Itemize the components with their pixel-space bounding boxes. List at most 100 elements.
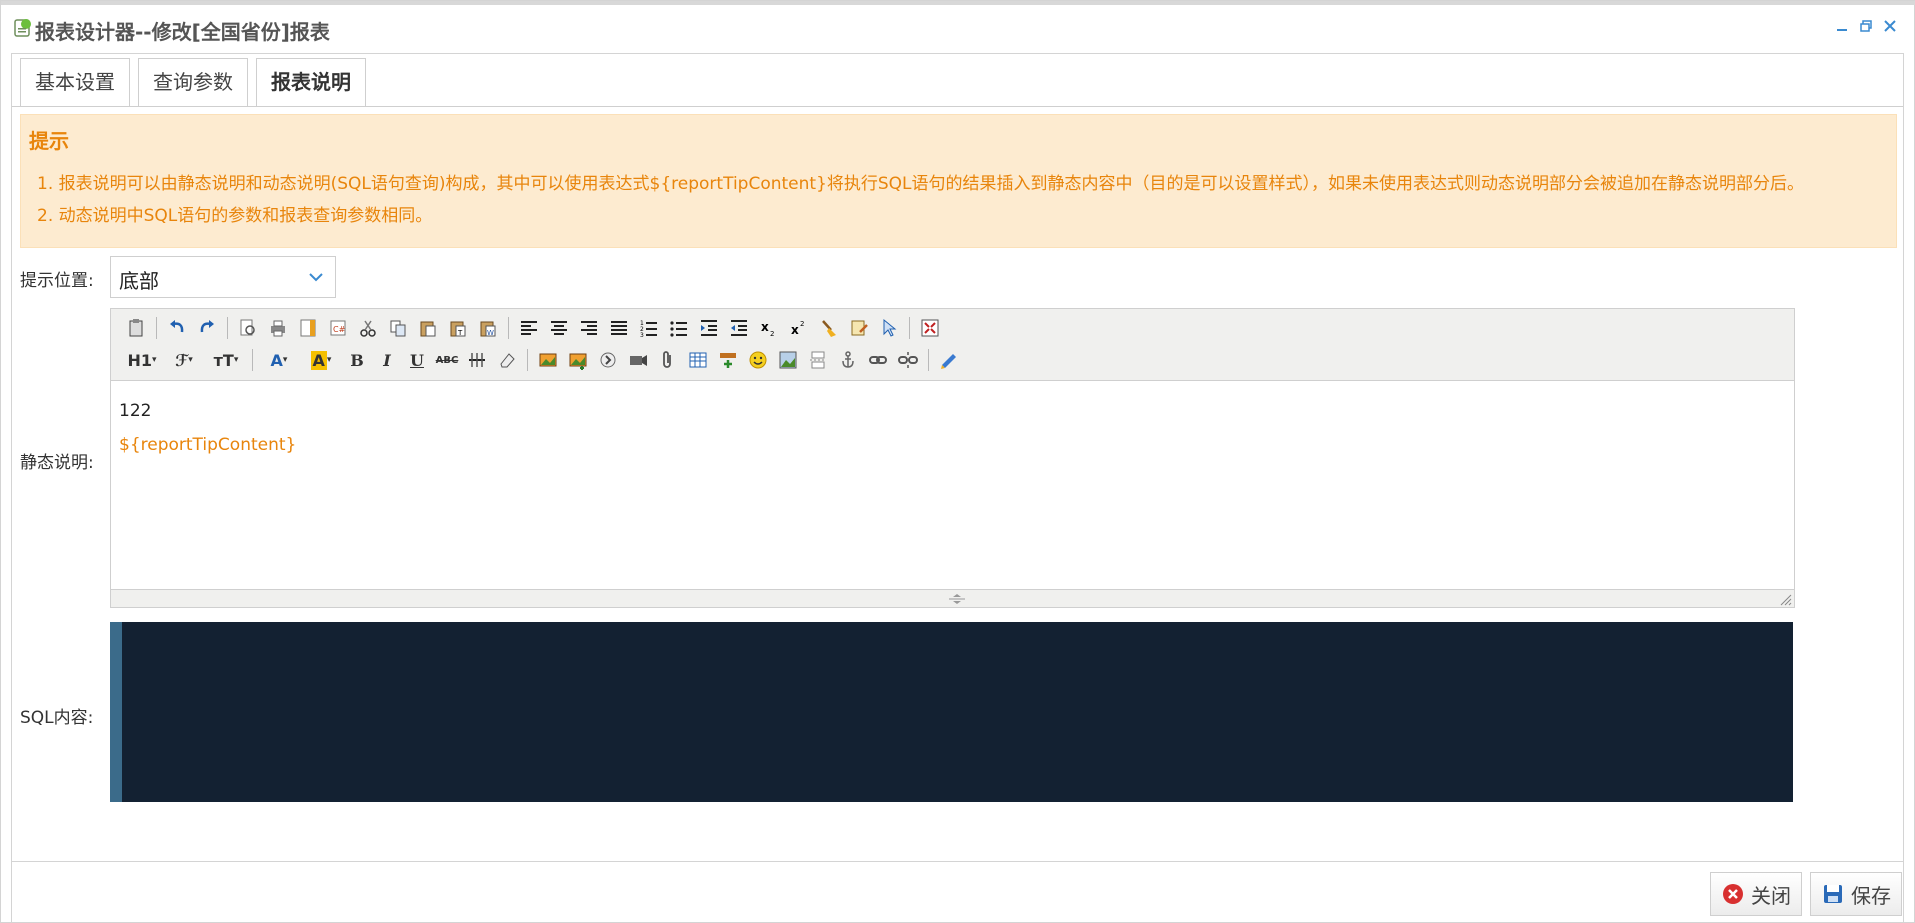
toolbar-row-2: H1 ▾ ℱ ▾ тT ▾ A ▾ A ▾ B I U ABC (121, 345, 964, 375)
close-button[interactable]: 关闭 (1710, 872, 1802, 916)
editor-content-area[interactable]: 122 ${reportTipContent} (111, 381, 1794, 589)
fullscreen-icon[interactable] (915, 314, 945, 342)
source-icon[interactable] (121, 314, 151, 342)
svg-text:x: x (761, 320, 769, 334)
tab-query-params[interactable]: 查询参数 (138, 58, 248, 106)
save-disk-icon (1824, 885, 1842, 903)
insert-row-icon[interactable] (713, 346, 743, 374)
font-color-dropdown[interactable]: A ▾ (258, 346, 300, 374)
tab-basic-settings[interactable]: 基本设置 (20, 58, 130, 106)
editor-toolbar: C# T W 123 x2 x2 H1 ▾ ℱ ▾ тT ▾ A ▾ A ▾ B… (111, 309, 1794, 381)
tip-line-2: 2. 动态说明中SQL语句的参数和报表查询参数相同。 (37, 206, 433, 226)
underline-label: U (410, 350, 424, 370)
align-left-icon[interactable] (514, 314, 544, 342)
window-title: 报表设计器--修改[全国省份]报表 (35, 20, 330, 44)
resize-handle-icon[interactable] (945, 593, 969, 605)
insert-video-icon[interactable] (623, 346, 653, 374)
svg-text:T: T (457, 329, 463, 337)
paste-icon[interactable] (413, 314, 443, 342)
tab-report-description[interactable]: 报表说明 (256, 58, 366, 107)
italic-label: I (383, 350, 391, 370)
sql-content-label: SQL内容: (20, 708, 94, 728)
dialog-body: 基本设置 查询参数 报表说明 提示 1. 报表说明可以由静态说明和动态说明(SQ… (11, 53, 1904, 922)
save-button-label: 保存 (1851, 883, 1891, 908)
unlink-icon[interactable] (893, 346, 923, 374)
save-button[interactable]: 保存 (1810, 872, 1902, 916)
select-all-icon[interactable] (874, 314, 904, 342)
table-icon[interactable] (683, 346, 713, 374)
hr-icon[interactable] (462, 346, 492, 374)
page-break-icon[interactable] (803, 346, 833, 374)
heading-dropdown[interactable]: H1 ▾ (121, 346, 163, 374)
svg-text:2: 2 (770, 330, 774, 338)
editor-status-bar (111, 589, 1794, 607)
unordered-list-icon[interactable] (664, 314, 694, 342)
image-manager-icon[interactable] (773, 346, 803, 374)
close-icon[interactable] (1881, 19, 1899, 37)
tip-panel: 提示 1. 报表说明可以由静态说明和动态说明(SQL语句查询)构成，其中可以使用… (20, 114, 1897, 248)
insert-multi-image-icon[interactable] (563, 346, 593, 374)
close-circle-icon (1723, 884, 1743, 904)
background-color-dropdown[interactable]: A ▾ (300, 346, 342, 374)
bold-button[interactable]: B (342, 346, 372, 374)
align-justify-icon[interactable] (604, 314, 634, 342)
svg-text:W: W (487, 329, 494, 337)
toolbar-row-1: C# T W 123 x2 x2 (121, 313, 945, 343)
editor-text-line-2: ${reportTipContent} (119, 435, 297, 455)
print-icon[interactable] (263, 314, 293, 342)
close-button-label: 关闭 (1751, 883, 1791, 908)
cut-icon[interactable] (353, 314, 383, 342)
paste-word-icon[interactable]: W (473, 314, 503, 342)
insert-flash-icon[interactable] (593, 346, 623, 374)
position-label: 提示位置: (20, 271, 94, 291)
anchor-icon[interactable] (833, 346, 863, 374)
align-right-icon[interactable] (574, 314, 604, 342)
svg-text:x: x (791, 323, 799, 337)
link-icon[interactable] (863, 346, 893, 374)
minimize-icon[interactable] (1833, 19, 1851, 37)
static-description-label: 静态说明: (20, 453, 94, 473)
clear-format-icon[interactable] (814, 314, 844, 342)
about-icon[interactable] (934, 346, 964, 374)
italic-button[interactable]: I (372, 346, 402, 374)
font-family-label: ℱ (175, 350, 189, 370)
emoticon-icon[interactable] (743, 346, 773, 374)
format-paint-icon[interactable] (844, 314, 874, 342)
rich-text-editor: C# T W 123 x2 x2 H1 ▾ ℱ ▾ тT ▾ A ▾ A ▾ B… (110, 308, 1795, 608)
superscript-icon[interactable]: x2 (784, 314, 814, 342)
strikethrough-button[interactable]: ABC (432, 346, 462, 374)
sql-code-editor[interactable] (110, 622, 1793, 802)
insert-image-icon[interactable] (533, 346, 563, 374)
report-designer-window: 报表设计器--修改[全国省份]报表 基本设置 查询参数 报表说明 提示 1. 报… (0, 0, 1915, 923)
paste-text-icon[interactable]: T (443, 314, 473, 342)
tab-bar: 基本设置 查询参数 报表说明 (20, 58, 366, 107)
copy-icon[interactable] (383, 314, 413, 342)
chevron-down-icon (309, 273, 323, 282)
eraser-icon[interactable] (492, 346, 522, 374)
editor-text-line-1: 122 (119, 401, 152, 421)
restore-icon[interactable] (1857, 19, 1875, 37)
bold-label: B (350, 350, 364, 370)
underline-button[interactable]: U (402, 346, 432, 374)
tip-line-1: 1. 报表说明可以由静态说明和动态说明(SQL语句查询)构成，其中可以使用表达式… (37, 174, 1805, 194)
undo-icon[interactable] (162, 314, 192, 342)
font-size-label: тT (213, 350, 234, 370)
ordered-list-icon[interactable]: 123 (634, 314, 664, 342)
attachment-icon[interactable] (653, 346, 683, 374)
template-icon[interactable] (293, 314, 323, 342)
font-family-dropdown[interactable]: ℱ ▾ (163, 346, 205, 374)
subscript-icon[interactable]: x2 (754, 314, 784, 342)
font-size-dropdown[interactable]: тT ▾ (205, 346, 247, 374)
redo-icon[interactable] (192, 314, 222, 342)
code-icon[interactable]: C# (323, 314, 353, 342)
title-bar: 报表设计器--修改[全国省份]报表 (1, 5, 1914, 53)
position-select[interactable]: 底部 (110, 256, 336, 298)
background-color-label: A (310, 350, 327, 370)
indent-icon[interactable] (694, 314, 724, 342)
tab-divider (12, 106, 1903, 107)
preview-icon[interactable] (233, 314, 263, 342)
align-center-icon[interactable] (544, 314, 574, 342)
corner-resize-icon[interactable] (1778, 592, 1792, 606)
report-icon (14, 19, 31, 37)
outdent-icon[interactable] (724, 314, 754, 342)
